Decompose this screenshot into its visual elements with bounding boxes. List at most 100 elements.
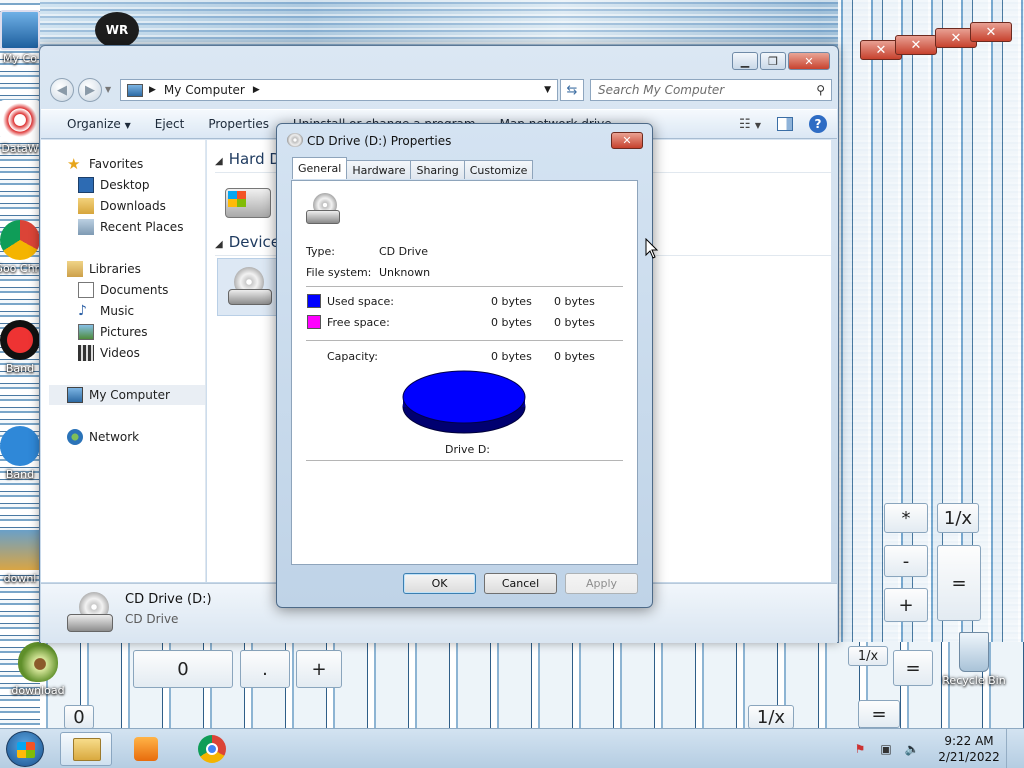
change-view-icon[interactable]: ☷ ▼ [739, 117, 761, 132]
calc-key: + [296, 650, 342, 688]
breadcrumb-my-computer[interactable]: My Computer [164, 83, 245, 97]
capacity-size: 0 bytes [554, 350, 595, 363]
desktop-icon-label: Band [5, 468, 35, 481]
chrome-icon [198, 735, 226, 763]
organize-menu[interactable]: Organize ▼ [55, 117, 143, 131]
details-item-type: CD Drive [125, 612, 179, 626]
computer-icon [127, 83, 143, 97]
used-space-label: Used space: [327, 295, 395, 308]
calc-key: 0 [133, 650, 233, 688]
windows-logo-icon [228, 191, 246, 207]
group-header-hard-drives[interactable]: ◢ Hard D [215, 150, 281, 168]
nav-label: Favorites [89, 157, 144, 171]
nav-label: Pictures [100, 325, 148, 339]
taskbar-explorer-button[interactable] [60, 732, 112, 766]
network-icon[interactable]: ▣ [878, 741, 894, 757]
start-button[interactable] [6, 731, 44, 767]
address-bar[interactable]: ▶ My Computer ▶ ▼ [120, 79, 558, 101]
tab-sharing[interactable]: Sharing [410, 160, 465, 179]
taskbar-media-player-button[interactable] [120, 732, 172, 766]
apply-button[interactable]: Apply [565, 573, 638, 594]
tab-hardware[interactable]: Hardware [346, 160, 412, 179]
nav-label: Desktop [100, 178, 150, 192]
tab-customize[interactable]: Customize [463, 160, 534, 179]
calc-key: = [893, 650, 933, 686]
maximize-button[interactable]: ❐ [760, 52, 786, 70]
bandicut-icon [0, 426, 40, 466]
help-icon[interactable]: ? [809, 115, 827, 133]
nav-label: My Computer [89, 388, 170, 402]
preview-pane-icon[interactable] [777, 117, 793, 131]
cancel-button[interactable]: Cancel [484, 573, 557, 594]
navigation-pane: ★ Favorites Desktop Downloads Recent Plac… [41, 140, 206, 582]
close-icon: ✕ [622, 134, 632, 147]
toolbar-right-tools: ☷ ▼ ? [739, 115, 827, 133]
desktop-icon-label: DataW [1, 142, 39, 155]
free-space-swatch [307, 315, 321, 329]
refresh-button[interactable]: ⇆ [560, 79, 584, 101]
desktop-icon-label: Band [5, 362, 35, 375]
chevron-down-icon: ▼ [124, 121, 131, 130]
calc-key: . [240, 650, 290, 688]
taskbar-chrome-button[interactable] [186, 732, 238, 766]
wr-app-icon[interactable]: WR [95, 12, 139, 48]
desktop-icon-recycle-bin[interactable]: Recycle Bin [938, 632, 1010, 687]
taskbar: ⚑ ▣ 🔈 9:22 AM 2/21/2022 [0, 728, 1024, 768]
file-system-value: Unknown [379, 266, 431, 279]
calc-key: = [937, 545, 981, 621]
desktop-icon-label: download [11, 684, 65, 697]
calc-key: 1/x [748, 705, 794, 729]
calc-key: 1/x [848, 646, 888, 666]
general-tab-panel: Type: CD Drive File system: Unknown Used… [291, 180, 638, 565]
network-icon [67, 429, 83, 445]
nav-item-my-computer[interactable]: My Computer [49, 385, 205, 405]
minimize-button[interactable]: ▁ [732, 52, 758, 70]
eject-button[interactable]: Eject [143, 117, 197, 131]
calc-key: + [884, 588, 928, 622]
cd-drive-icon [67, 592, 113, 636]
address-dropdown-chevron-down-icon[interactable]: ▼ [544, 85, 551, 95]
recycle-bin-icon [959, 632, 989, 672]
network-error-icon[interactable]: ⚑ [852, 741, 868, 757]
folder-icon [73, 738, 101, 761]
dialog-close-button[interactable]: ✕ [611, 132, 643, 149]
cd-drive-properties-dialog: CD Drive (D:) Properties ✕ General Hardw… [276, 123, 653, 608]
show-desktop-button[interactable] [1006, 729, 1018, 768]
used-space-swatch [307, 294, 321, 308]
breadcrumb-separator-icon: ▶ [149, 85, 156, 95]
ok-button[interactable]: OK [403, 573, 476, 594]
pictures-icon [78, 324, 94, 340]
recent-pages-chevron-down-icon[interactable]: ▼ [105, 85, 111, 94]
libraries-icon [67, 261, 83, 277]
media-player-icon [134, 737, 158, 761]
nav-label: Videos [100, 346, 140, 360]
volume-icon[interactable]: 🔈 [904, 741, 920, 757]
cd-drive-icon [287, 133, 303, 147]
desktop-icon-download[interactable]: download [2, 642, 74, 697]
clock[interactable]: 9:22 AM 2/21/2022 [936, 733, 1002, 765]
drive-label: Drive D: [445, 443, 490, 456]
tab-general[interactable]: General [292, 157, 348, 179]
details-item-name: CD Drive (D:) [125, 592, 212, 607]
nav-label: Libraries [89, 262, 141, 276]
separator [306, 460, 623, 461]
close-button[interactable]: ✕ [788, 52, 830, 70]
collapse-triangle-icon: ◢ [215, 156, 223, 167]
forward-button[interactable]: ▶ [78, 78, 102, 102]
forward-arrow-icon: ▶ [85, 82, 95, 98]
back-arrow-icon: ◀ [57, 82, 67, 98]
desktop-icon [78, 177, 94, 193]
local-disk-icon[interactable] [225, 188, 271, 218]
organize-label: Organize [67, 117, 121, 131]
back-button[interactable]: ◀ [50, 78, 74, 102]
search-icon[interactable]: ⚲ [816, 83, 825, 97]
recent-places-icon [78, 219, 94, 235]
capacity-label: Capacity: [327, 350, 378, 363]
clock-date: 2/21/2022 [938, 750, 1000, 764]
breadcrumb-separator-icon[interactable]: ▶ [253, 85, 260, 95]
properties-button[interactable]: Properties [196, 117, 281, 131]
bg-window-close-icon: ✕ [970, 22, 1012, 42]
documents-icon [78, 282, 94, 298]
windows-logo-icon [17, 742, 35, 758]
search-input[interactable]: Search My Computer ⚲ [590, 79, 832, 101]
